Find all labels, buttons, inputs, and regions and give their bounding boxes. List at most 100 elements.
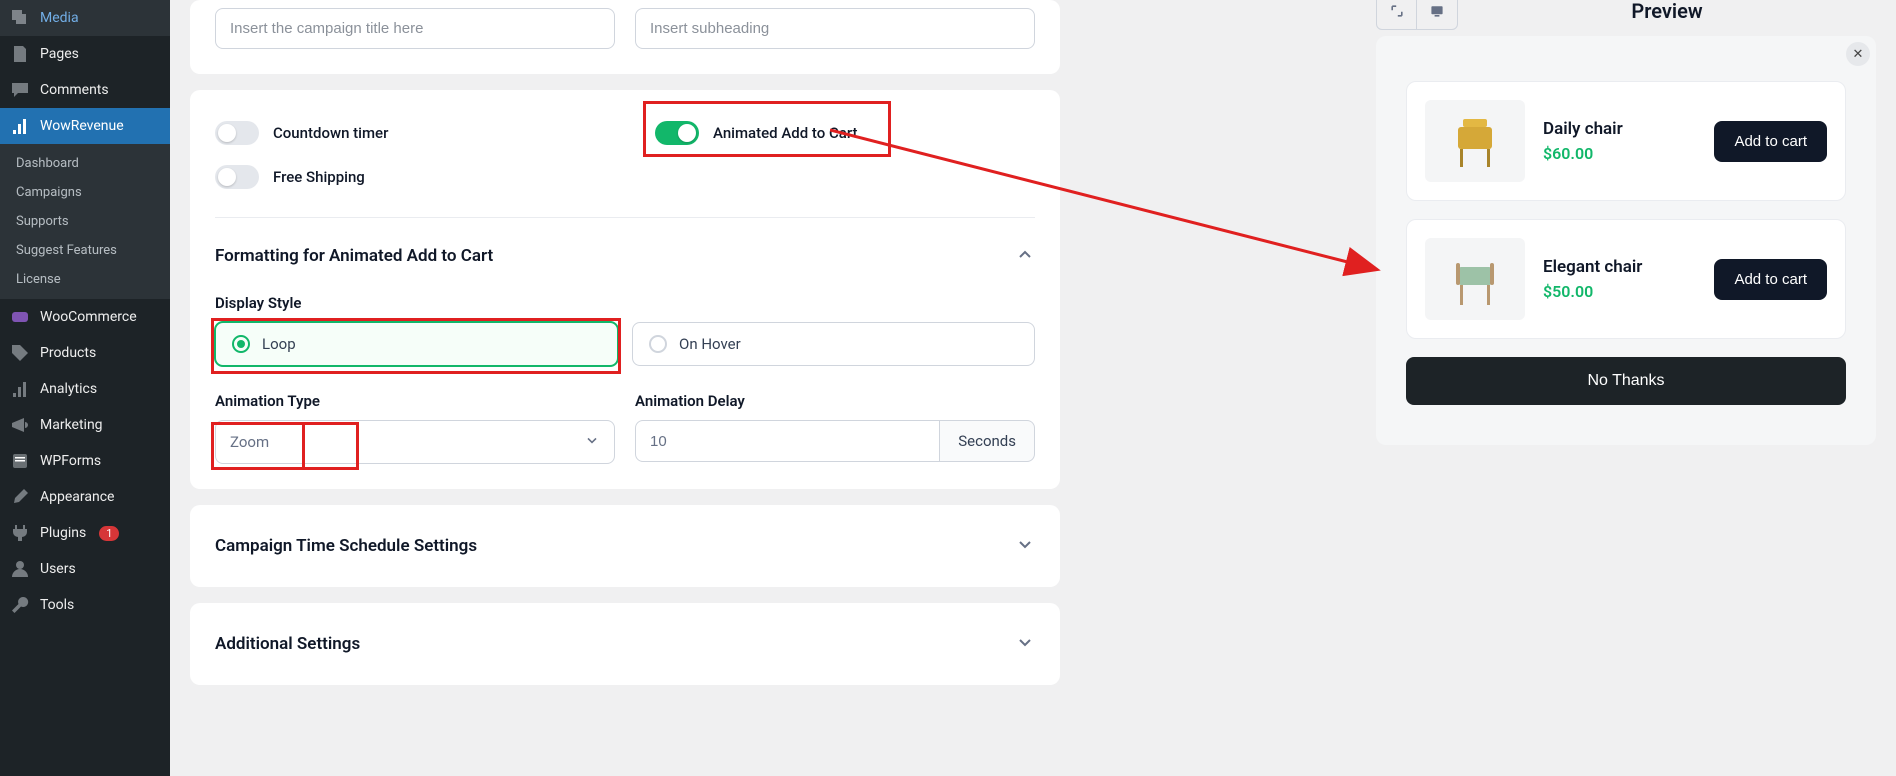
preview-title: Preview xyxy=(1458,0,1876,23)
toggle-switch[interactable] xyxy=(655,121,699,145)
animation-type-label: Animation Type xyxy=(215,392,615,410)
menu-label: Plugins xyxy=(40,525,86,541)
wrench-icon xyxy=(10,595,30,615)
menu-label: WPForms xyxy=(40,453,101,469)
preview-box: ✕ Daily chair $60.00 Add to cart xyxy=(1376,36,1876,445)
chevron-up-icon xyxy=(1015,244,1035,268)
no-thanks-button[interactable]: No Thanks xyxy=(1406,357,1846,405)
sub-dashboard[interactable]: Dashboard xyxy=(0,149,170,178)
expand-button[interactable] xyxy=(1377,0,1417,29)
menu-plugins[interactable]: Plugins 1 xyxy=(0,515,170,551)
radio-indicator xyxy=(649,335,667,353)
menu-label: Pages xyxy=(40,46,79,62)
add-to-cart-button[interactable]: Add to cart xyxy=(1714,121,1827,162)
chevron-down-icon xyxy=(584,432,600,452)
campaign-title-card xyxy=(190,0,1060,74)
menu-pages[interactable]: Pages xyxy=(0,36,170,72)
radio-indicator xyxy=(232,335,250,353)
form-icon xyxy=(10,451,30,471)
additional-card: Additional Settings xyxy=(190,603,1060,685)
preview-tools xyxy=(1376,0,1458,30)
menu-woocommerce[interactable]: WooCommerce xyxy=(0,299,170,335)
chevron-down-icon xyxy=(1015,534,1035,558)
sub-suggest[interactable]: Suggest Features xyxy=(0,236,170,265)
product-price: $50.00 xyxy=(1543,282,1696,301)
product-price: $60.00 xyxy=(1543,144,1696,163)
menu-label: WooCommerce xyxy=(40,309,137,325)
section-title: Campaign Time Schedule Settings xyxy=(215,536,477,556)
menu-analytics[interactable]: Analytics xyxy=(0,371,170,407)
accordion-schedule[interactable]: Campaign Time Schedule Settings xyxy=(215,530,1035,562)
brush-icon xyxy=(10,487,30,507)
menu-products[interactable]: Products xyxy=(0,335,170,371)
accordion-formatting[interactable]: Formatting for Animated Add to Cart xyxy=(215,240,1035,272)
campaign-title-input[interactable] xyxy=(215,8,615,49)
toggle-label: Countdown timer xyxy=(273,124,388,142)
menu-wpforms[interactable]: WPForms xyxy=(0,443,170,479)
preview-product-card: Elegant chair $50.00 Add to cart xyxy=(1406,219,1846,339)
admin-sidebar: Media Pages Comments WowRevenue Dashboar… xyxy=(0,0,170,776)
radio-loop[interactable]: Loop xyxy=(215,322,618,366)
sub-license[interactable]: License xyxy=(0,265,170,294)
product-name: Daily chair xyxy=(1543,119,1696,139)
animation-type-select[interactable]: Zoom xyxy=(215,420,615,464)
product-name: Elegant chair xyxy=(1543,257,1696,277)
menu-users[interactable]: Users xyxy=(0,551,170,587)
preview-product-card: Daily chair $60.00 Add to cart xyxy=(1406,81,1846,201)
analytics-icon xyxy=(10,116,30,136)
add-to-cart-button[interactable]: Add to cart xyxy=(1714,259,1827,300)
chart-icon xyxy=(10,379,30,399)
menu-label: WowRevenue xyxy=(40,118,124,134)
menu-appearance[interactable]: Appearance xyxy=(0,479,170,515)
menu-label: Users xyxy=(40,561,76,577)
menu-label: Comments xyxy=(40,82,109,98)
product-image xyxy=(1425,100,1525,182)
comment-icon xyxy=(10,80,30,100)
display-style-label: Display Style xyxy=(215,294,1035,312)
products-icon xyxy=(10,343,30,363)
menu-label: Media xyxy=(40,10,79,26)
media-icon xyxy=(10,8,30,28)
menu-label: Products xyxy=(40,345,96,361)
accordion-additional[interactable]: Additional Settings xyxy=(215,628,1035,660)
toggle-label: Animated Add to Cart xyxy=(713,124,858,142)
radio-hover[interactable]: On Hover xyxy=(632,322,1035,366)
page-icon xyxy=(10,44,30,64)
plugin-icon xyxy=(10,523,30,543)
toggle-label: Free Shipping xyxy=(273,168,365,186)
campaign-subheading-input[interactable] xyxy=(635,8,1035,49)
user-icon xyxy=(10,559,30,579)
menu-label: Appearance xyxy=(40,489,114,505)
preview-header: Preview xyxy=(1376,0,1876,22)
toggle-switch[interactable] xyxy=(215,165,259,189)
submenu-wowrevenue: Dashboard Campaigns Supports Suggest Fea… xyxy=(0,144,170,299)
toggle-animated-atc[interactable]: Animated Add to Cart xyxy=(655,115,1035,151)
menu-comments[interactable]: Comments xyxy=(0,72,170,108)
toggle-freeship[interactable]: Free Shipping xyxy=(215,159,595,195)
animation-delay-label: Animation Delay xyxy=(635,392,1035,410)
sub-supports[interactable]: Supports xyxy=(0,207,170,236)
section-title: Additional Settings xyxy=(215,634,360,654)
toggle-switch[interactable] xyxy=(215,121,259,145)
menu-wowrevenue[interactable]: WowRevenue xyxy=(0,108,170,144)
menu-label: Marketing xyxy=(40,417,103,433)
menu-marketing[interactable]: Marketing xyxy=(0,407,170,443)
menu-tools[interactable]: Tools xyxy=(0,587,170,623)
radio-label: On Hover xyxy=(679,335,741,353)
menu-label: Analytics xyxy=(40,381,97,397)
animation-delay-input[interactable] xyxy=(635,420,940,462)
select-value: Zoom xyxy=(230,433,269,451)
sub-campaigns[interactable]: Campaigns xyxy=(0,178,170,207)
woo-icon xyxy=(10,307,30,327)
plugin-update-badge: 1 xyxy=(99,526,119,541)
product-image xyxy=(1425,238,1525,320)
device-button[interactable] xyxy=(1417,0,1457,29)
close-button[interactable]: ✕ xyxy=(1846,42,1870,66)
delay-unit: Seconds xyxy=(940,420,1035,462)
toggle-countdown[interactable]: Countdown timer xyxy=(215,115,595,151)
formatting-card: Countdown timer Free Shipping Animated A… xyxy=(190,90,1060,489)
schedule-card: Campaign Time Schedule Settings xyxy=(190,505,1060,587)
megaphone-icon xyxy=(10,415,30,435)
radio-label: Loop xyxy=(262,335,296,353)
menu-media[interactable]: Media xyxy=(0,0,170,36)
